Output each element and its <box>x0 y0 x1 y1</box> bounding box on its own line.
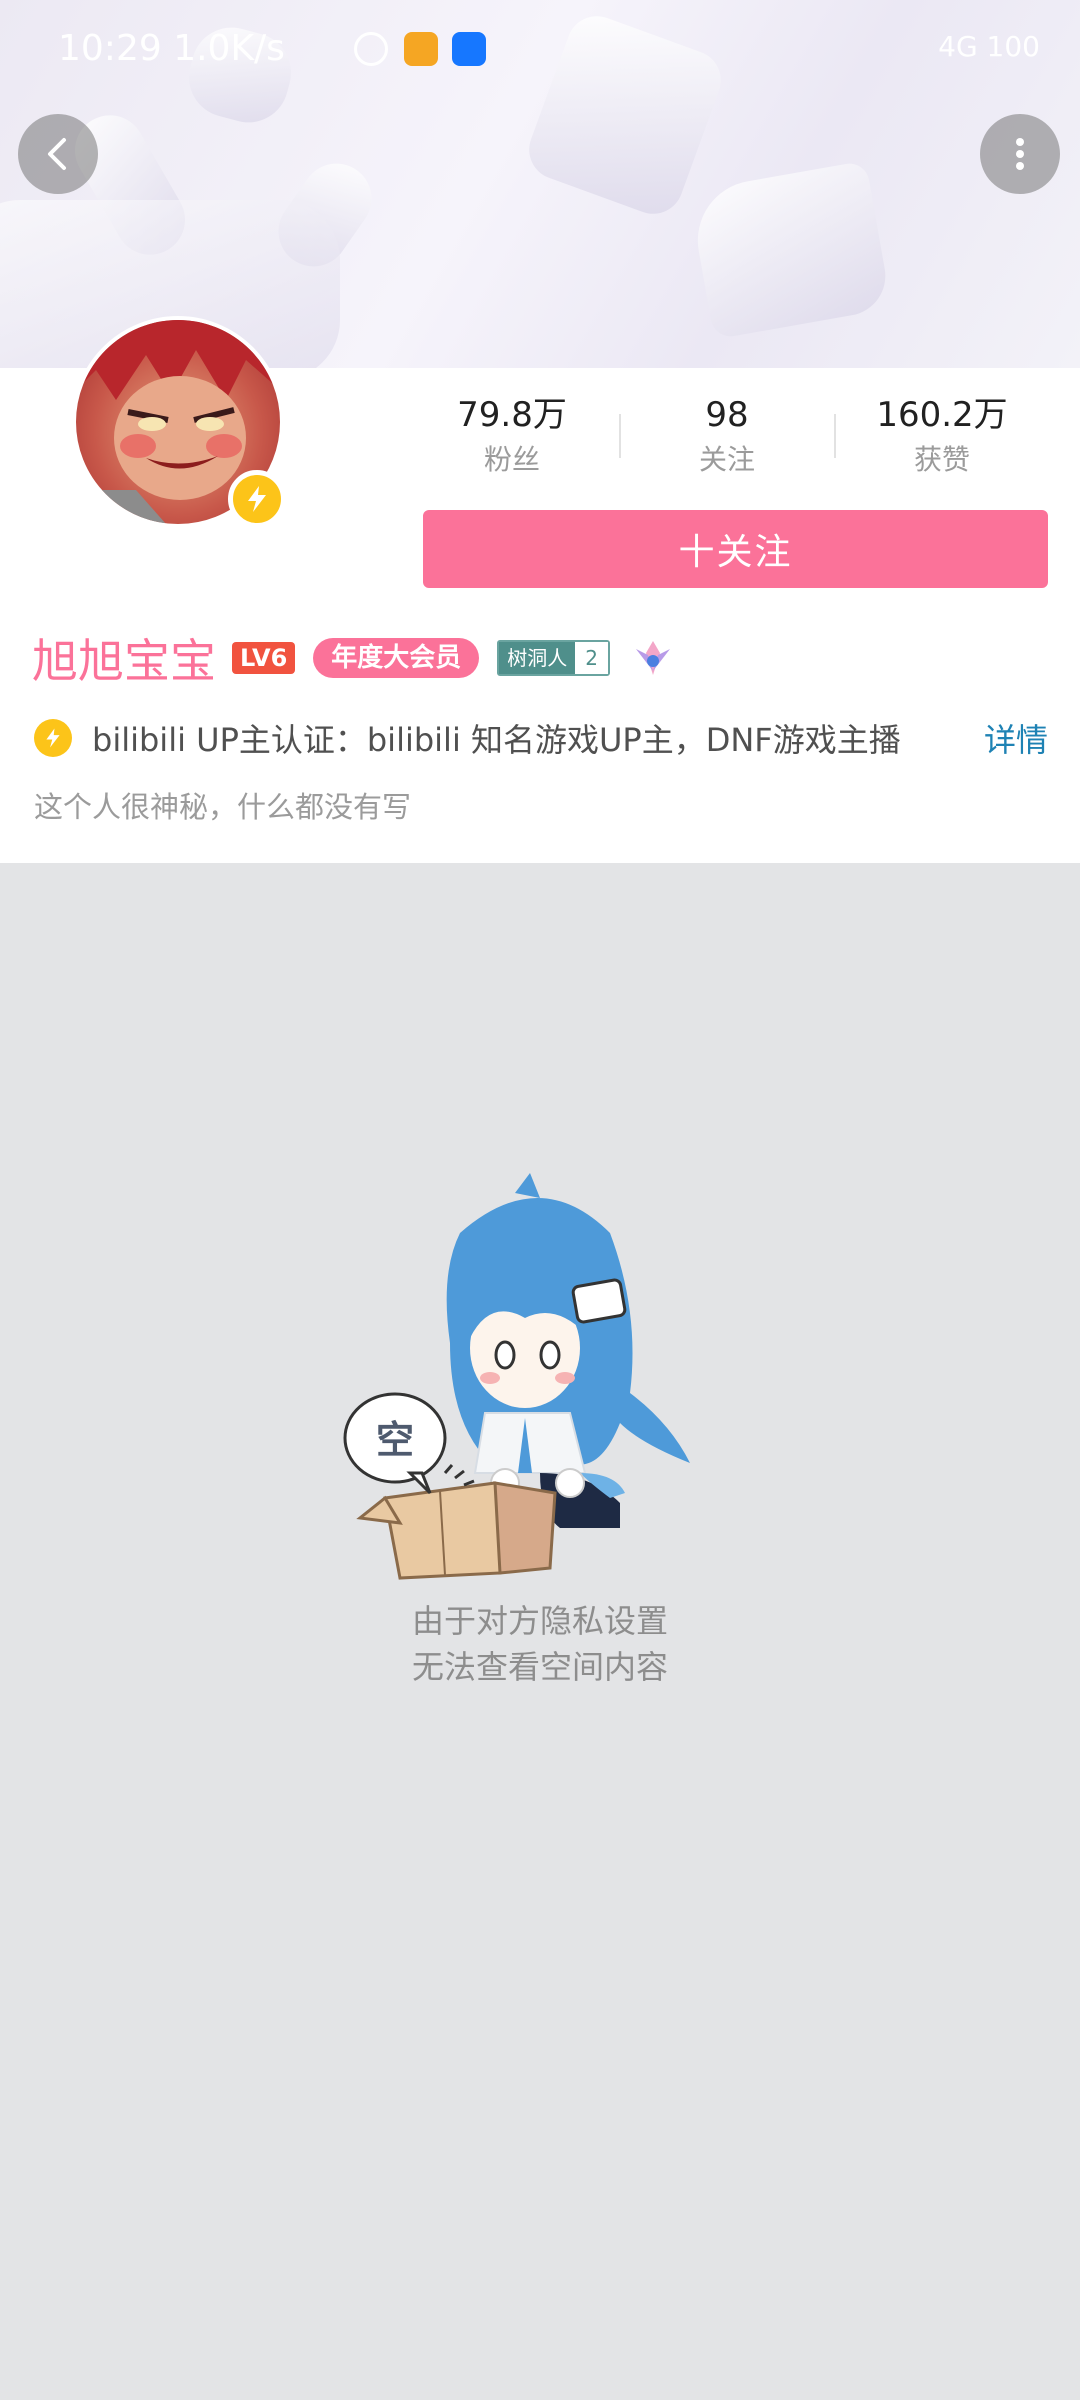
empty-message: 由于对方隐私设置 无法查看空间内容 <box>0 1598 1080 1690</box>
empty-message-line2: 无法查看空间内容 <box>411 1648 668 1686</box>
level-badge: LV6 <box>232 642 296 674</box>
shudong-label: 树洞人 <box>499 642 576 674</box>
bubble-text: 空 <box>376 1418 414 1462</box>
stat-following[interactable]: 98 关注 <box>627 394 827 480</box>
alarm-icon <box>354 32 388 66</box>
stat-likes-label: 获赞 <box>913 443 970 476</box>
status-bar: 10:29 1.0K/s 4G 100 <box>0 0 1080 100</box>
follow-button[interactable]: 十关注 <box>423 510 1048 588</box>
status-time: 10:29 1.0K/s <box>58 28 285 69</box>
stat-likes[interactable]: 160.2万 获赞 <box>842 394 1042 480</box>
empty-state: 空 由于对方隐私设置 无法查看空间内容 <box>0 863 1080 2400</box>
status-network: 4G 100 <box>938 30 1040 63</box>
signature: 这个人很神秘，什么都没有写 <box>34 790 412 824</box>
stat-fans-value: 79.8万 <box>457 395 567 435</box>
stat-fans[interactable]: 79.8万 粉丝 <box>412 394 612 480</box>
shudong-badge[interactable]: 树洞人 2 <box>497 640 611 676</box>
detail-link[interactable]: 详情 <box>984 715 1048 761</box>
medal-icon[interactable] <box>630 635 676 681</box>
certification-row: bilibili UP主认证：bilibili 知名游戏UP主，DNF游戏主播 … <box>34 708 1048 768</box>
empty-illustration: 空 <box>343 1173 690 1580</box>
stat-following-label: 关注 <box>698 443 755 476</box>
stat-following-value: 98 <box>705 395 749 435</box>
verified-badge-icon <box>228 470 286 528</box>
stat-divider <box>619 414 621 458</box>
messenger-app-icon <box>452 32 486 66</box>
username: 旭旭宝宝 <box>32 634 216 688</box>
stat-divider <box>834 414 836 458</box>
empty-message-line1: 由于对方隐私设置 <box>411 1602 668 1640</box>
profile-card: 79.8万 粉丝 98 关注 160.2万 获赞 十关注 旭旭宝宝 LV6 年度… <box>0 316 1080 863</box>
notes-app-icon <box>404 32 438 66</box>
vip-badge[interactable]: 年度大会员 <box>313 638 480 678</box>
chevron-left-icon <box>48 138 66 170</box>
name-row: 旭旭宝宝 LV6 年度大会员 树洞人 2 <box>32 630 676 688</box>
shudong-level: 2 <box>575 642 609 674</box>
stat-likes-value: 160.2万 <box>876 395 1008 435</box>
stat-fans-label: 粉丝 <box>483 443 540 476</box>
more-button[interactable] <box>980 114 1060 194</box>
more-vertical-icon <box>1016 138 1024 170</box>
back-button[interactable] <box>18 114 98 194</box>
lightning-icon <box>34 719 72 757</box>
certification-text: bilibili UP主认证：bilibili 知名游戏UP主，DNF游戏主播 <box>92 721 901 759</box>
